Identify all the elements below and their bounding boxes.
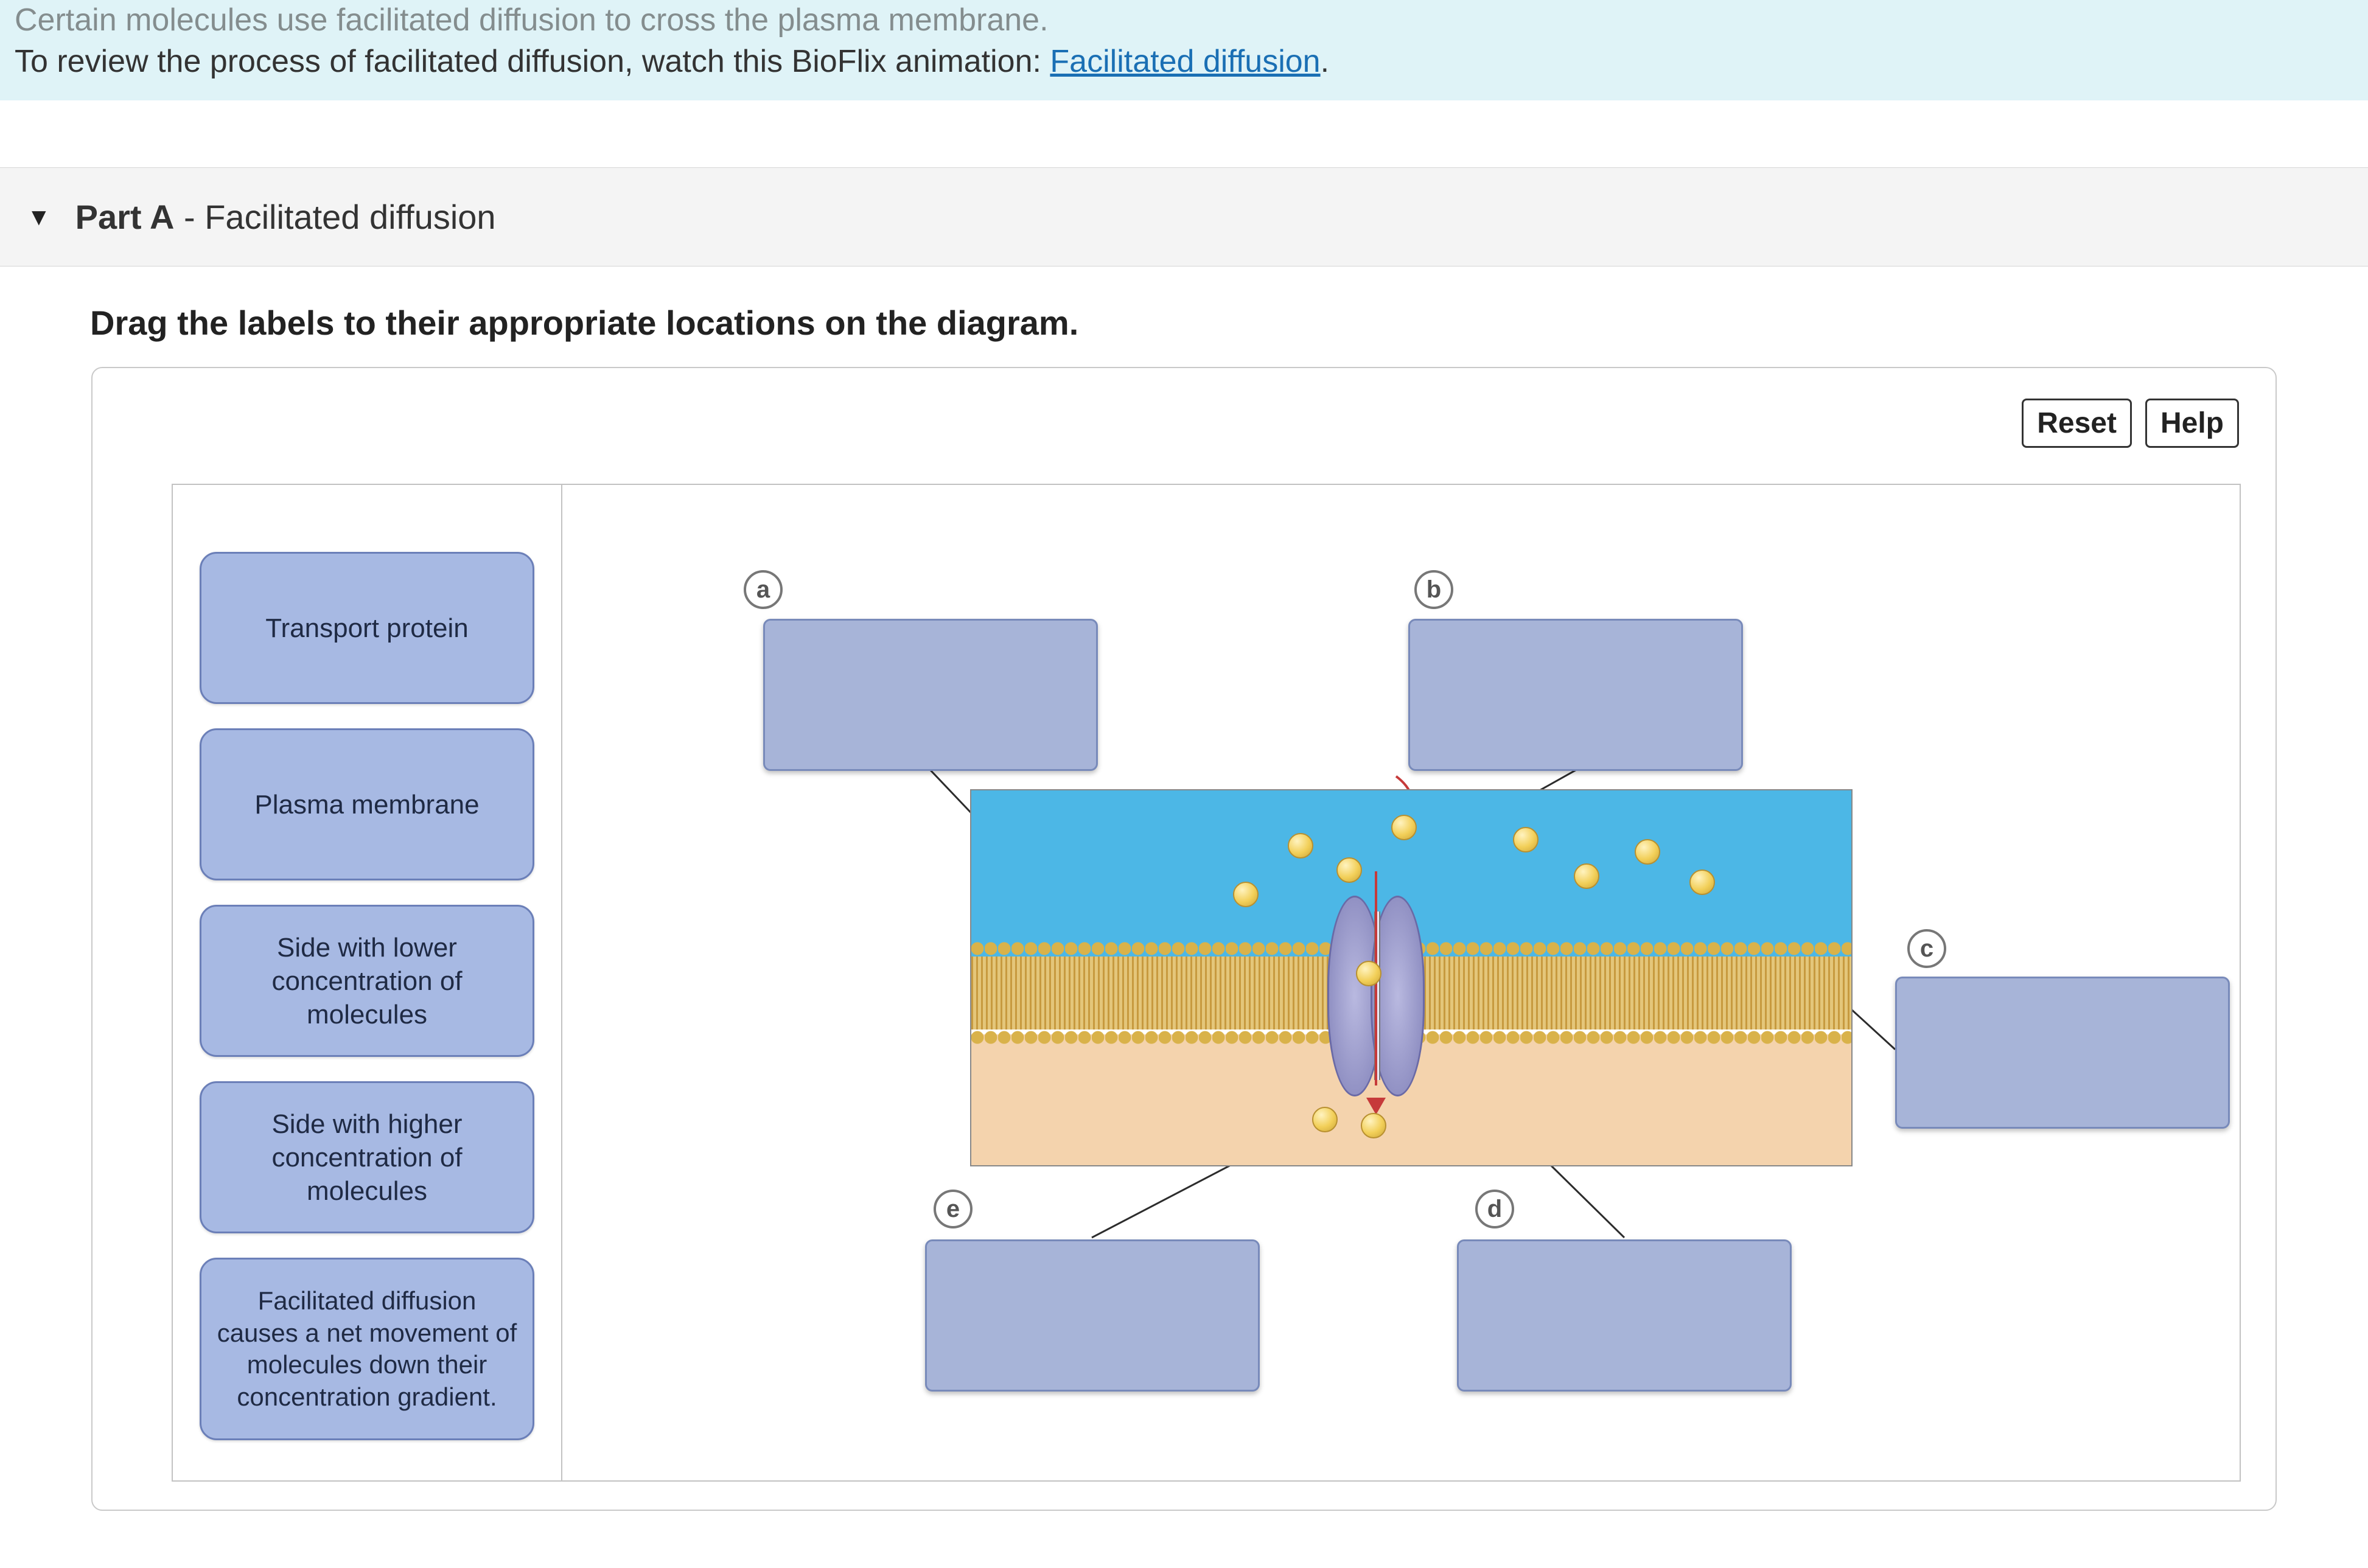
label-plasma-membrane[interactable]: Plasma membrane (200, 728, 534, 880)
label-lower-concentration[interactable]: Side with lower concentration of molecul… (200, 905, 534, 1057)
molecule-icon (1336, 857, 1362, 883)
label-facilitated-diffusion-statement[interactable]: Facilitated diffusion causes a net movem… (200, 1258, 534, 1440)
help-button[interactable]: Help (2145, 399, 2239, 448)
molecule-icon (1635, 839, 1660, 865)
molecule-icon (1356, 961, 1381, 986)
activity-toolbar: Reset Help (2022, 399, 2239, 448)
label-higher-concentration[interactable]: Side with higher concentration of molecu… (200, 1081, 534, 1233)
intro-banner: Certain molecules use facilitated diffus… (0, 0, 2368, 100)
bioflix-link[interactable]: Facilitated diffusion (1050, 44, 1320, 79)
part-subtitle: Facilitated diffusion (204, 198, 495, 236)
molecule-icon (1288, 833, 1313, 859)
drop-slot-a[interactable] (763, 619, 1098, 771)
slot-marker-b: b (1414, 570, 1453, 609)
label-palette: Transport protein Plasma membrane Side w… (173, 485, 562, 1480)
reset-button[interactable]: Reset (2022, 399, 2132, 448)
drop-slot-b[interactable] (1408, 619, 1743, 771)
molecule-icon (1361, 1113, 1386, 1138)
intro-line-2-prefix: To review the process of facilitated dif… (15, 44, 1050, 79)
molecule-icon (1312, 1107, 1338, 1132)
slot-marker-d: d (1475, 1190, 1514, 1228)
activity-frame: Reset Help Transport protein Plasma memb… (91, 367, 2277, 1511)
intro-line-1: Certain molecules use facilitated diffus… (15, 0, 2353, 41)
part-label: Part A (75, 198, 175, 236)
slot-marker-a: a (744, 570, 783, 609)
channel-protein (1327, 896, 1425, 1096)
membrane-illustration (970, 789, 1853, 1166)
molecule-icon (1513, 827, 1539, 852)
flux-arrow-icon (1375, 871, 1377, 1115)
molecule-icon (1574, 863, 1599, 889)
intro-line-2-suffix: . (1321, 44, 1329, 79)
drop-slot-d[interactable] (1457, 1239, 1792, 1392)
slot-marker-e: e (934, 1190, 973, 1228)
slot-marker-c: c (1907, 929, 1946, 968)
diagram-area: a b c d e (562, 485, 2242, 1480)
part-title: Part A - Facilitated diffusion (75, 197, 496, 237)
activity-inner-frame: Transport protein Plasma membrane Side w… (172, 484, 2241, 1482)
part-header[interactable]: ▼ Part A - Facilitated diffusion (0, 167, 2368, 267)
drop-slot-c[interactable] (1895, 977, 2230, 1129)
drop-slot-e[interactable] (925, 1239, 1260, 1392)
activity-instruction: Drag the labels to their appropriate loc… (0, 267, 2368, 367)
molecule-icon (1233, 882, 1259, 907)
label-transport-protein[interactable]: Transport protein (200, 552, 534, 704)
collapse-caret-icon[interactable]: ▼ (27, 205, 51, 229)
intro-line-2: To review the process of facilitated dif… (15, 41, 2353, 83)
part-separator: - (174, 198, 204, 236)
molecule-icon (1391, 815, 1417, 840)
molecule-icon (1689, 869, 1715, 895)
